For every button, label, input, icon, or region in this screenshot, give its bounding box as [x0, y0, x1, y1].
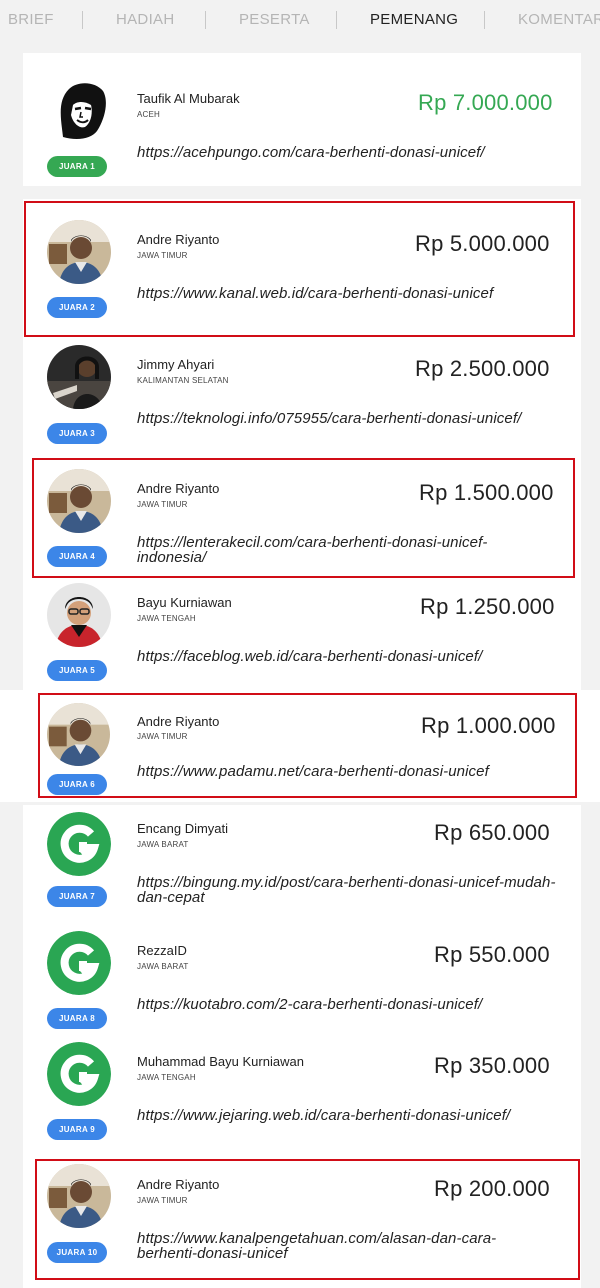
prize-amount: Rp 650.000: [434, 820, 550, 845]
prize-amount: Rp 550.000: [434, 942, 550, 967]
rank-badge: JUARA 6: [47, 774, 107, 795]
article-link[interactable]: https://lenterakecil.com/cara-berhenti-d…: [137, 535, 537, 565]
article-link[interactable]: https://acehpungo.com/cara-berhenti-dona…: [137, 145, 557, 160]
g-logo-icon: [47, 1042, 111, 1106]
winner-avatar-sketch: [47, 79, 111, 143]
rank-badge: JUARA 2: [47, 297, 107, 318]
winner-name: Jimmy Ahyari: [137, 357, 215, 372]
winner-region: KALIMANTAN SELATAN: [137, 376, 229, 385]
rank-badge: JUARA 4: [47, 546, 107, 567]
prize-amount: Rp 200.000: [434, 1176, 550, 1201]
tab-komentar[interactable]: KOMENTAR: [518, 11, 600, 28]
tab-brief[interactable]: BRIEF: [8, 11, 54, 28]
article-link[interactable]: https://faceblog.web.id/cara-berhenti-do…: [137, 649, 557, 664]
winner-region: JAWA TENGAH: [137, 614, 196, 623]
winner-region: JAWA TIMUR: [137, 1196, 188, 1205]
winner-name: Andre Riyanto: [137, 232, 220, 247]
prize-amount: Rp 1.500.000: [419, 480, 554, 505]
winner-avatar-photo: [47, 220, 111, 284]
winner-region: JAWA TIMUR: [137, 732, 188, 741]
highlight-box: [38, 693, 577, 798]
winner-region: JAWA TIMUR: [137, 251, 188, 260]
tab-divider: [205, 11, 206, 29]
winner-name: Taufik Al Mubarak: [137, 91, 240, 106]
article-link[interactable]: https://bingung.my.id/post/cara-berhenti…: [137, 875, 562, 905]
g-logo-icon: [47, 931, 111, 995]
winner-region: JAWA TIMUR: [137, 500, 188, 509]
winner-name: Andre Riyanto: [137, 714, 220, 729]
prize-amount: Rp 2.500.000: [415, 356, 550, 381]
tab-pemenang[interactable]: PEMENANG: [370, 11, 458, 28]
highlight-box: [24, 201, 575, 337]
article-link[interactable]: https://www.jejaring.web.id/cara-berhent…: [137, 1108, 567, 1123]
article-link[interactable]: https://www.padamu.net/cara-berhenti-don…: [137, 764, 557, 779]
tab-divider: [336, 11, 337, 29]
rank-badge: JUARA 1: [47, 156, 107, 177]
prize-amount: Rp 1.000.000: [421, 713, 556, 738]
winner-name: Muhammad Bayu Kurniawan: [137, 1054, 304, 1069]
winner-card: [23, 1030, 581, 1152]
rank-badge: JUARA 9: [47, 1119, 107, 1140]
rank-badge: JUARA 10: [47, 1242, 107, 1263]
tab-hadiah[interactable]: HADIAH: [116, 11, 174, 28]
winner-name: Andre Riyanto: [137, 1177, 220, 1192]
winner-avatar-photo: [47, 703, 110, 766]
winner-avatar-photo: [47, 1164, 111, 1228]
winner-avatar-photo: [47, 345, 111, 409]
rank-badge: JUARA 7: [47, 886, 107, 907]
winner-name: Encang Dimyati: [137, 821, 229, 836]
winner-region: JAWA BARAT: [137, 840, 189, 849]
prize-amount: Rp 5.000.000: [415, 231, 550, 256]
winner-name: Andre Riyanto: [137, 481, 220, 496]
article-link[interactable]: https://www.kanal.web.id/cara-berhenti-d…: [137, 286, 557, 301]
winner-avatar-photo: [47, 583, 111, 647]
tab-divider: [484, 11, 485, 29]
winner-name: Bayu Kurniawan: [137, 595, 232, 610]
article-link[interactable]: https://teknologi.info/075955/cara-berhe…: [137, 411, 522, 426]
tab-peserta[interactable]: PESERTA: [239, 11, 310, 28]
rank-badge: JUARA 5: [47, 660, 107, 681]
winner-region: JAWA TENGAH: [137, 1073, 196, 1082]
winner-region: JAWA BARAT: [137, 962, 189, 971]
prize-amount: Rp 7.000.000: [418, 90, 553, 115]
tab-divider: [82, 11, 83, 29]
g-logo-icon: [47, 812, 111, 876]
winner-avatar-photo: [47, 469, 111, 533]
prize-amount: Rp 1.250.000: [420, 594, 555, 619]
rank-badge: JUARA 8: [47, 1008, 107, 1029]
winner-tabs: BRIEF HADIAH PESERTA PEMENANG KOMENTAR: [0, 0, 600, 40]
winner-name: RezzaID: [137, 943, 187, 958]
rank-badge: JUARA 3: [47, 423, 107, 444]
winner-region: ACEH: [137, 110, 161, 119]
article-link[interactable]: https://www.kanalpengetahuan.com/alasan-…: [137, 1231, 547, 1261]
article-link[interactable]: https://kuotabro.com/2-cara-berhenti-don…: [137, 997, 557, 1012]
prize-amount: Rp 350.000: [434, 1053, 550, 1078]
